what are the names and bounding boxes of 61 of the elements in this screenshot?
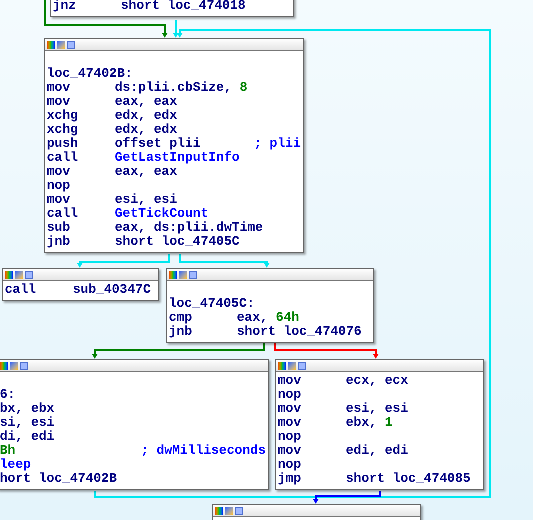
code-line: mov eax, eax	[47, 165, 178, 179]
code-line: cmp eax, 64h	[169, 311, 300, 325]
code-line: jnb short loc_47405C	[47, 235, 241, 249]
color-grid-icon[interactable]	[169, 270, 177, 278]
node-title-bar[interactable]	[3, 269, 158, 281]
pencil-icon[interactable]	[10, 362, 18, 370]
code-line: mov ebx, 1	[278, 416, 394, 430]
pencil-icon[interactable]	[179, 270, 187, 278]
code-line: mov eax, eax	[47, 95, 178, 109]
code-line: xchg edx, edx	[47, 109, 178, 123]
code-block[interactable]: loc_47405C: cmp eax, 64h jnb short loc_474076	[166, 268, 374, 343]
node-title-bar[interactable]	[276, 360, 483, 372]
code-line: nop	[278, 458, 302, 472]
node-title-bar[interactable]	[0, 360, 268, 372]
window-icon[interactable]	[25, 270, 33, 278]
color-grid-icon[interactable]	[5, 270, 13, 278]
window-icon[interactable]	[189, 270, 197, 278]
code-line: nop	[278, 430, 302, 444]
code-line: xchg edx, edx	[47, 123, 178, 137]
color-grid-icon[interactable]	[215, 506, 223, 514]
node-title-bar[interactable]	[213, 505, 420, 517]
code-line: Bh ; dwMilliseconds	[0, 444, 266, 458]
color-grid-icon[interactable]	[278, 362, 286, 370]
code-block[interactable]	[44, 38, 304, 253]
code-block[interactable]: mov ecx, ecx nop mov esi, esi mov ebx, 1 nop mov edi, edi nop jmp short loc_474085	[275, 359, 484, 490]
code-block[interactable]: 6: bx, ebx si, esi di, edi Bh ; dwMilliseconds leep hort loc_47402B	[0, 359, 269, 490]
code-line: mov esi, esi	[278, 402, 410, 416]
node-title-bar[interactable]	[45, 39, 303, 51]
code-line: call GetTickCount	[47, 207, 210, 221]
window-icon[interactable]	[298, 362, 306, 370]
code-line: bx, ebx	[0, 402, 56, 416]
code-label: 6:	[0, 388, 17, 402]
pencil-icon[interactable]	[15, 270, 23, 278]
code-line: nop	[278, 388, 302, 402]
code-line: push offset plii ; plii	[47, 137, 301, 151]
color-grid-icon[interactable]	[0, 362, 8, 370]
pencil-icon[interactable]	[225, 506, 233, 514]
code-label: loc_47405C:	[169, 297, 256, 311]
code-line: sub eax, ds:plii.dwTime	[47, 221, 264, 235]
code-block[interactable]: call sub_40347C	[2, 268, 159, 301]
window-icon[interactable]	[67, 40, 75, 48]
code-line: call GetLastInputInfo	[47, 151, 241, 165]
code-line: mov ecx, ecx	[278, 374, 410, 388]
code-line: mov ds:plii.cbSize, 8	[47, 81, 249, 95]
code-line: si, esi	[0, 416, 56, 430]
window-icon[interactable]	[20, 362, 28, 370]
code-line: leep	[0, 458, 32, 472]
code-label: loc_47402B:	[47, 67, 134, 81]
pencil-icon[interactable]	[57, 40, 65, 48]
code-line: jnb short loc_474076	[169, 325, 363, 339]
code-line: mov edi, edi	[278, 444, 410, 458]
node-title-bar[interactable]	[167, 269, 373, 281]
code-line: nop	[47, 179, 72, 193]
color-grid-icon[interactable]	[47, 40, 55, 48]
code-line: di, edi	[0, 430, 56, 444]
window-icon[interactable]	[235, 506, 243, 514]
code-line: hort loc_47402B	[0, 472, 118, 486]
pencil-icon[interactable]	[288, 362, 296, 370]
code-line: jmp short loc_474085	[278, 472, 472, 486]
code-line: call sub_40347C	[5, 283, 152, 297]
code-line: mov esi, esi	[47, 193, 178, 207]
